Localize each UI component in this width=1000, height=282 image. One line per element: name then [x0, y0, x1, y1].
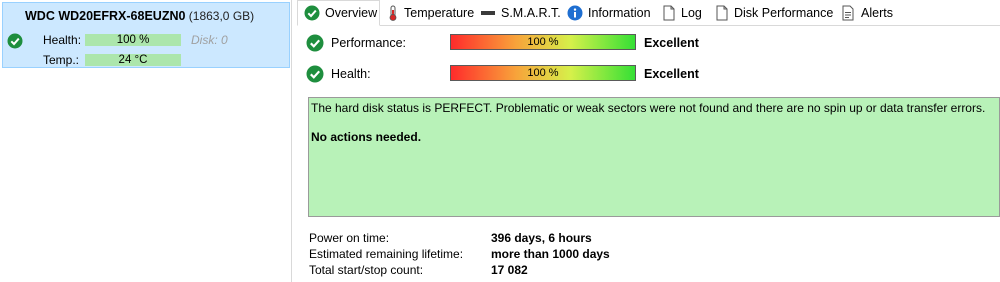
tab-disk-performance-label: Disk Performance: [734, 5, 834, 20]
power-on-time-label: Power on time:: [309, 231, 390, 245]
status-message-box: The hard disk status is PERFECT. Problem…: [308, 97, 1000, 217]
health-bar: 100 %: [450, 65, 636, 81]
tab-alerts-label: Alerts: [861, 5, 893, 20]
disk-list-panel: WDC WD20EFRX-68EUZN0 (1863,0 GB) Health:…: [0, 0, 292, 282]
start-stop-count-value: 17 082: [491, 263, 528, 277]
disk-number: Disk: 0: [191, 33, 228, 47]
action-message: No actions needed.: [311, 130, 422, 144]
tab-log-label: Log: [681, 5, 702, 20]
tab-bar: Overview Temperature S.M.A.R.T. Informat…: [297, 0, 1000, 26]
thermometer-icon: [389, 5, 397, 21]
tab-overview[interactable]: Overview: [297, 0, 380, 26]
performance-label: Performance:: [331, 36, 407, 50]
disk-health-label: Health:: [43, 33, 82, 47]
start-stop-count-label: Total start/stop count:: [309, 263, 424, 277]
check-circle-icon: [7, 33, 23, 49]
status-message: The hard disk status is PERFECT. Problem…: [311, 101, 986, 115]
info-icon: [567, 5, 583, 20]
tab-alerts[interactable]: Alerts: [840, 0, 893, 25]
alerts-icon: [842, 5, 854, 20]
power-on-time-value: 396 days, 6 hours: [491, 231, 592, 245]
check-circle-icon: [306, 65, 324, 83]
remaining-lifetime-value: more than 1000 days: [491, 247, 610, 261]
tab-smart-label: S.M.A.R.T.: [501, 5, 561, 20]
document-icon: [663, 5, 675, 20]
health-label: Health:: [331, 67, 371, 81]
check-circle-icon: [306, 34, 324, 52]
tab-log[interactable]: Log: [662, 0, 702, 25]
tab-temperature[interactable]: Temperature: [387, 0, 474, 25]
tab-overview-label: Overview: [325, 6, 378, 20]
tab-information[interactable]: Information: [567, 0, 651, 25]
check-circle-icon: [304, 5, 320, 21]
tab-information-label: Information: [588, 5, 651, 20]
disk-temp-bar: 24 °C: [85, 54, 181, 66]
remaining-lifetime-label: Estimated remaining lifetime:: [309, 247, 464, 261]
disk-size: (1863,0 GB): [188, 9, 255, 23]
disk-title: WDC WD20EFRX-68EUZN0 (1863,0 GB): [25, 9, 254, 23]
document-icon: [716, 5, 728, 20]
disk-name: WDC WD20EFRX-68EUZN0: [25, 9, 186, 23]
performance-rating: Excellent: [644, 36, 699, 50]
health-rating: Excellent: [644, 67, 699, 81]
disk-health-bar: 100 %: [85, 34, 181, 46]
performance-bar: 100 %: [450, 34, 636, 50]
disk-temp-label: Temp.:: [43, 53, 80, 67]
tab-smart[interactable]: S.M.A.R.T.: [480, 0, 561, 25]
smart-icon: [481, 10, 495, 15]
tab-disk-performance[interactable]: Disk Performance: [715, 0, 833, 25]
tab-temperature-label: Temperature: [404, 5, 475, 20]
disk-list-item[interactable]: WDC WD20EFRX-68EUZN0 (1863,0 GB) Health:…: [2, 2, 290, 68]
